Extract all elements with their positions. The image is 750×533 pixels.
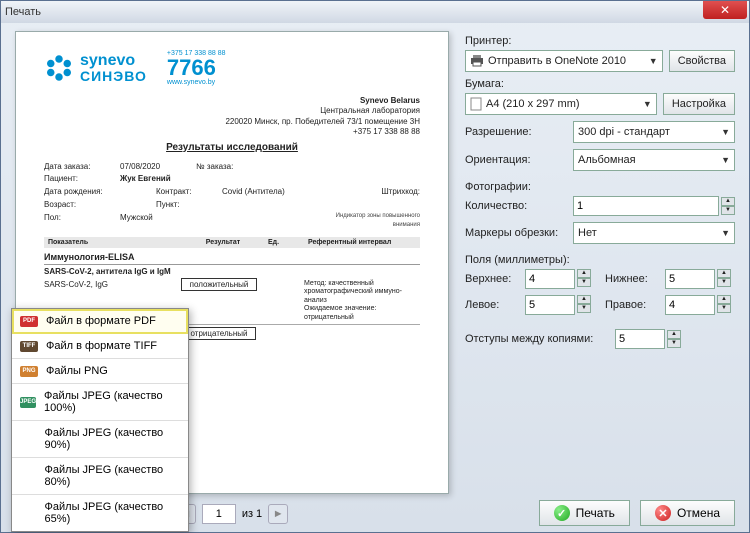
print-button[interactable]: ✓ Печать: [539, 500, 630, 526]
paper-settings-button[interactable]: Настройка: [663, 93, 735, 115]
lab-name: Synevo Belarus: [44, 96, 420, 106]
print-dialog: Печать ✕ synevo СИНЭВО: [0, 0, 750, 533]
export-item-0[interactable]: PDFФайл в формате PDF: [12, 309, 188, 334]
doc-title: Результаты исследований: [44, 142, 420, 153]
orientation-label: Ориентация:: [465, 154, 573, 166]
synevo-logo-icon: [44, 53, 74, 83]
spacing-input[interactable]: [615, 329, 665, 349]
close-button[interactable]: ✕: [703, 1, 747, 19]
PNG-badge-icon: PNG: [20, 366, 38, 377]
printer-label: Принтер:: [465, 35, 735, 47]
site-url: www.synevo.by: [167, 79, 226, 86]
chevron-down-icon: ▼: [721, 228, 730, 238]
resolution-select[interactable]: 300 dpi - стандарт▼: [573, 121, 735, 143]
result-igg: положительный: [181, 278, 258, 291]
lab-address: 220020 Минск, пр. Победителей 73/1 помещ…: [44, 117, 420, 127]
close-icon: ✕: [720, 3, 730, 17]
export-item-1[interactable]: TIFFФайл в формате TIFF: [12, 334, 188, 359]
chevron-down-icon: ▼: [721, 155, 730, 165]
margin-left-input[interactable]: [525, 295, 575, 315]
cancel-button[interactable]: ✕ Отмена: [640, 500, 735, 526]
spin-up[interactable]: ▲: [721, 197, 735, 206]
brand-top: synevo: [80, 53, 147, 69]
test-igg: SARS-CoV-2, IgG: [44, 280, 174, 289]
margin-bottom-input[interactable]: [665, 269, 715, 289]
printer-select[interactable]: Отправить в OneNote 2010 ▼: [465, 50, 663, 72]
PDF-badge-icon: PDF: [20, 316, 38, 327]
export-item-4[interactable]: Файлы JPEG (качество 90%): [12, 421, 188, 458]
pager-of: из 1: [242, 508, 262, 520]
margin-right-input[interactable]: [665, 295, 715, 315]
JPEG-badge-icon: JPEG: [20, 397, 36, 408]
result-igm: отрицательный: [182, 327, 257, 340]
photos-section: Фотографии:: [465, 181, 735, 193]
export-item-3[interactable]: JPEGФайлы JPEG (качество 100%): [12, 384, 188, 421]
paper-label: Бумага:: [465, 78, 735, 90]
window-title: Печать: [5, 6, 41, 18]
pager-next[interactable]: ►: [268, 504, 288, 524]
resolution-label: Разрешение:: [465, 126, 573, 138]
patient-name: Жук Евгений: [120, 173, 171, 186]
orientation-select[interactable]: Альбомная▼: [573, 149, 735, 171]
export-item-6[interactable]: Файлы JPEG (качество 65%): [12, 495, 188, 531]
cancel-icon: ✕: [655, 505, 671, 521]
crop-select[interactable]: Нет▼: [573, 222, 735, 244]
chevron-down-icon: ▼: [643, 99, 652, 109]
margins-section: Поля (миллиметры):: [465, 254, 735, 266]
lab-dept: Центральная лаборатория: [44, 106, 420, 116]
TIFF-badge-icon: TIFF: [20, 341, 38, 352]
chevron-down-icon: ▼: [721, 127, 730, 137]
phone-big: 7766: [167, 57, 226, 79]
printer-properties-button[interactable]: Свойства: [669, 50, 735, 72]
chevron-down-icon: ▼: [649, 56, 658, 66]
paper-select[interactable]: A4 (210 x 297 mm) ▼: [465, 93, 657, 115]
export-format-menu: PDFФайл в формате PDFTIFFФайл в формате …: [11, 308, 189, 532]
check-icon: ✓: [554, 505, 570, 521]
paper-icon: [470, 97, 482, 111]
titlebar: Печать ✕: [1, 1, 749, 23]
brand-bot: СИНЭВО: [80, 69, 147, 83]
export-item-2[interactable]: PNGФайлы PNG: [12, 359, 188, 384]
pager-page-input[interactable]: [202, 504, 236, 524]
spin-down[interactable]: ▼: [721, 206, 735, 215]
section-immunology: Иммунология-ELISA: [44, 252, 420, 265]
count-input[interactable]: [573, 196, 719, 216]
margin-top-input[interactable]: [525, 269, 575, 289]
lab-phone: +375 17 338 88 88: [44, 127, 420, 137]
spacing-label: Отступы между копиями:: [465, 333, 615, 345]
export-item-5[interactable]: Файлы JPEG (качество 80%): [12, 458, 188, 495]
printer-icon: [470, 55, 484, 67]
